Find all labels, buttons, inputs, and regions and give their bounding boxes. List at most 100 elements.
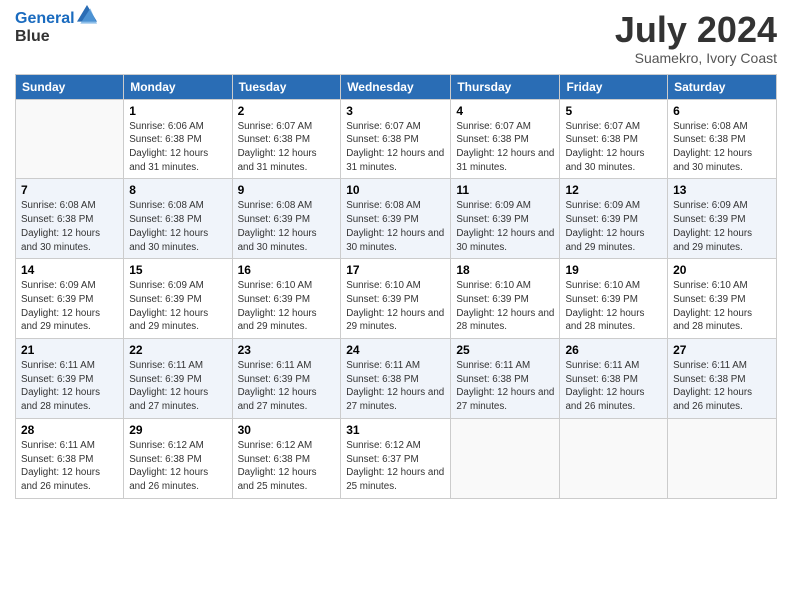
day-info: Sunrise: 6:12 AMSunset: 6:38 PMDaylight:… bbox=[129, 439, 226, 494]
calendar-cell: 9 Sunrise: 6:08 AMSunset: 6:39 PMDaylight… bbox=[232, 179, 341, 259]
day-info: Sunrise: 6:11 AMSunset: 6:38 PMDaylight:… bbox=[565, 359, 662, 414]
page: General Blue July 2024 Suamekro, Ivory C… bbox=[0, 0, 792, 612]
day-number: 17 bbox=[346, 263, 445, 277]
day-number: 31 bbox=[346, 423, 445, 437]
day-info: Sunrise: 6:10 AMSunset: 6:39 PMDaylight:… bbox=[565, 279, 662, 334]
day-number: 9 bbox=[238, 183, 336, 197]
day-info: Sunrise: 6:11 AMSunset: 6:39 PMDaylight:… bbox=[238, 359, 336, 414]
day-info: Sunrise: 6:10 AMSunset: 6:39 PMDaylight:… bbox=[346, 279, 445, 334]
calendar-cell: 15 Sunrise: 6:09 AMSunset: 6:39 PMDayligh… bbox=[124, 259, 232, 339]
calendar-header-sunday: Sunday bbox=[16, 74, 124, 99]
title-block: July 2024 Suamekro, Ivory Coast bbox=[615, 10, 777, 66]
calendar-cell: 31 Sunrise: 6:12 AMSunset: 6:37 PMDayligh… bbox=[341, 418, 451, 498]
calendar-cell: 28 Sunrise: 6:11 AMSunset: 6:38 PMDayligh… bbox=[16, 418, 124, 498]
day-number: 16 bbox=[238, 263, 336, 277]
calendar-cell bbox=[16, 99, 124, 179]
calendar-week-row: 14 Sunrise: 6:09 AMSunset: 6:39 PMDayligh… bbox=[16, 259, 777, 339]
calendar-cell: 30 Sunrise: 6:12 AMSunset: 6:38 PMDayligh… bbox=[232, 418, 341, 498]
day-info: Sunrise: 6:08 AMSunset: 6:39 PMDaylight:… bbox=[346, 199, 445, 254]
day-info: Sunrise: 6:08 AMSunset: 6:38 PMDaylight:… bbox=[21, 199, 118, 254]
day-info: Sunrise: 6:09 AMSunset: 6:39 PMDaylight:… bbox=[456, 199, 554, 254]
day-number: 12 bbox=[565, 183, 662, 197]
day-number: 22 bbox=[129, 343, 226, 357]
day-info: Sunrise: 6:07 AMSunset: 6:38 PMDaylight:… bbox=[346, 120, 445, 175]
day-info: Sunrise: 6:11 AMSunset: 6:38 PMDaylight:… bbox=[673, 359, 771, 414]
day-info: Sunrise: 6:08 AMSunset: 6:38 PMDaylight:… bbox=[673, 120, 771, 175]
calendar-header-thursday: Thursday bbox=[451, 74, 560, 99]
logo-text: General Blue bbox=[15, 10, 75, 45]
day-info: Sunrise: 6:10 AMSunset: 6:39 PMDaylight:… bbox=[456, 279, 554, 334]
day-info: Sunrise: 6:09 AMSunset: 6:39 PMDaylight:… bbox=[21, 279, 118, 334]
day-info: Sunrise: 6:11 AMSunset: 6:38 PMDaylight:… bbox=[346, 359, 445, 414]
day-number: 6 bbox=[673, 104, 771, 118]
day-number: 30 bbox=[238, 423, 336, 437]
logo-line1: General bbox=[15, 10, 75, 28]
day-info: Sunrise: 6:12 AMSunset: 6:37 PMDaylight:… bbox=[346, 439, 445, 494]
calendar-cell: 21Sunrise: 6:11 AMSunset: 6:39 PMDayligh… bbox=[16, 339, 124, 419]
day-number: 13 bbox=[673, 183, 771, 197]
day-number: 25 bbox=[456, 343, 554, 357]
calendar-cell: 24 Sunrise: 6:11 AMSunset: 6:38 PMDayligh… bbox=[341, 339, 451, 419]
calendar-cell: 26 Sunrise: 6:11 AMSunset: 6:38 PMDayligh… bbox=[560, 339, 668, 419]
calendar-cell bbox=[668, 418, 777, 498]
logo-icon bbox=[77, 5, 97, 25]
calendar-cell bbox=[560, 418, 668, 498]
calendar-cell: 1 Sunrise: 6:06 AMSunset: 6:38 PMDaylight… bbox=[124, 99, 232, 179]
calendar-cell: 17 Sunrise: 6:10 AMSunset: 6:39 PMDayligh… bbox=[341, 259, 451, 339]
calendar-cell: 25Sunrise: 6:11 AMSunset: 6:38 PMDayligh… bbox=[451, 339, 560, 419]
day-number: 24 bbox=[346, 343, 445, 357]
day-number: 20 bbox=[673, 263, 771, 277]
day-info: Sunrise: 6:06 AMSunset: 6:38 PMDaylight:… bbox=[129, 120, 226, 175]
calendar-cell: 22Sunrise: 6:11 AMSunset: 6:39 PMDayligh… bbox=[124, 339, 232, 419]
calendar-cell: 16Sunrise: 6:10 AMSunset: 6:39 PMDayligh… bbox=[232, 259, 341, 339]
day-number: 10 bbox=[346, 183, 445, 197]
day-info: Sunrise: 6:12 AMSunset: 6:38 PMDaylight:… bbox=[238, 439, 336, 494]
calendar-cell: 14 Sunrise: 6:09 AMSunset: 6:39 PMDayligh… bbox=[16, 259, 124, 339]
calendar-cell: 13Sunrise: 6:09 AMSunset: 6:39 PMDayligh… bbox=[668, 179, 777, 259]
day-info: Sunrise: 6:08 AMSunset: 6:38 PMDaylight:… bbox=[129, 199, 226, 254]
calendar-header-saturday: Saturday bbox=[668, 74, 777, 99]
day-number: 29 bbox=[129, 423, 226, 437]
calendar-cell bbox=[451, 418, 560, 498]
calendar-cell: 18Sunrise: 6:10 AMSunset: 6:39 PMDayligh… bbox=[451, 259, 560, 339]
calendar-week-row: 28 Sunrise: 6:11 AMSunset: 6:38 PMDayligh… bbox=[16, 418, 777, 498]
calendar-header-friday: Friday bbox=[560, 74, 668, 99]
day-number: 27 bbox=[673, 343, 771, 357]
day-number: 5 bbox=[565, 104, 662, 118]
calendar-header-wednesday: Wednesday bbox=[341, 74, 451, 99]
day-number: 7 bbox=[21, 183, 118, 197]
day-info: Sunrise: 6:11 AMSunset: 6:38 PMDaylight:… bbox=[21, 439, 118, 494]
day-info: Sunrise: 6:08 AMSunset: 6:39 PMDaylight:… bbox=[238, 199, 336, 254]
main-title: July 2024 bbox=[615, 10, 777, 50]
calendar-week-row: 7 Sunrise: 6:08 AMSunset: 6:38 PMDaylight… bbox=[16, 179, 777, 259]
calendar-cell: 8Sunrise: 6:08 AMSunset: 6:38 PMDaylight… bbox=[124, 179, 232, 259]
day-number: 14 bbox=[21, 263, 118, 277]
calendar-cell: 27 Sunrise: 6:11 AMSunset: 6:38 PMDayligh… bbox=[668, 339, 777, 419]
day-number: 15 bbox=[129, 263, 226, 277]
calendar-week-row: 1 Sunrise: 6:06 AMSunset: 6:38 PMDaylight… bbox=[16, 99, 777, 179]
header: General Blue July 2024 Suamekro, Ivory C… bbox=[15, 10, 777, 66]
calendar-cell: 7 Sunrise: 6:08 AMSunset: 6:38 PMDaylight… bbox=[16, 179, 124, 259]
day-info: Sunrise: 6:09 AMSunset: 6:39 PMDaylight:… bbox=[129, 279, 226, 334]
calendar-cell: 11 Sunrise: 6:09 AMSunset: 6:39 PMDayligh… bbox=[451, 179, 560, 259]
calendar-cell: 4Sunrise: 6:07 AMSunset: 6:38 PMDaylight… bbox=[451, 99, 560, 179]
calendar-cell: 2Sunrise: 6:07 AMSunset: 6:38 PMDaylight… bbox=[232, 99, 341, 179]
day-number: 28 bbox=[21, 423, 118, 437]
logo: General Blue bbox=[15, 10, 97, 45]
calendar-cell: 6 Sunrise: 6:08 AMSunset: 6:38 PMDaylight… bbox=[668, 99, 777, 179]
day-info: Sunrise: 6:07 AMSunset: 6:38 PMDaylight:… bbox=[238, 120, 336, 175]
calendar-table: SundayMondayTuesdayWednesdayThursdayFrid… bbox=[15, 74, 777, 499]
day-number: 1 bbox=[129, 104, 226, 118]
day-info: Sunrise: 6:11 AMSunset: 6:39 PMDaylight:… bbox=[21, 359, 118, 414]
logo-line2: Blue bbox=[15, 28, 75, 46]
day-number: 3 bbox=[346, 104, 445, 118]
day-info: Sunrise: 6:07 AMSunset: 6:38 PMDaylight:… bbox=[456, 120, 554, 175]
calendar-week-row: 21Sunrise: 6:11 AMSunset: 6:39 PMDayligh… bbox=[16, 339, 777, 419]
calendar-cell: 5 Sunrise: 6:07 AMSunset: 6:38 PMDaylight… bbox=[560, 99, 668, 179]
day-number: 11 bbox=[456, 183, 554, 197]
day-info: Sunrise: 6:07 AMSunset: 6:38 PMDaylight:… bbox=[565, 120, 662, 175]
day-number: 26 bbox=[565, 343, 662, 357]
subtitle: Suamekro, Ivory Coast bbox=[615, 50, 777, 66]
day-info: Sunrise: 6:10 AMSunset: 6:39 PMDaylight:… bbox=[673, 279, 771, 334]
calendar-cell: 10 Sunrise: 6:08 AMSunset: 6:39 PMDayligh… bbox=[341, 179, 451, 259]
